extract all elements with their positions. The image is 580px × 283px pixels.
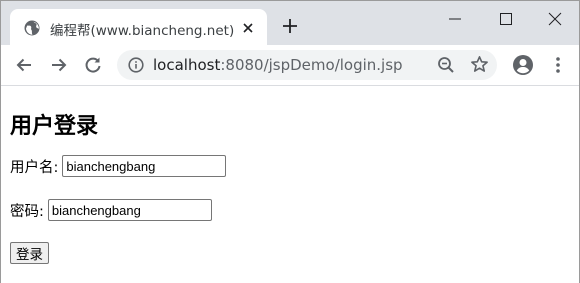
page-content: 用户登录 用户名: 密码: 登录 xyxy=(1,87,579,283)
window-close-icon[interactable] xyxy=(545,9,565,29)
browser-toolbar: localhost:8080/jspDemo/login.jsp xyxy=(1,45,579,86)
url-host: localhost xyxy=(153,56,221,74)
active-tab[interactable]: 编程帮(www.biancheng.net) xyxy=(10,9,267,45)
login-button[interactable]: 登录 xyxy=(10,242,49,264)
url-text[interactable]: localhost:8080/jspDemo/login.jsp xyxy=(153,56,403,74)
password-row: 密码: xyxy=(10,199,212,221)
url-path: :8080/jspDemo/login.jsp xyxy=(220,56,403,74)
globe-icon xyxy=(24,20,40,36)
password-input[interactable] xyxy=(47,199,212,221)
browser-window: 编程帮(www.biancheng.net) localhost:8080/js… xyxy=(0,0,580,283)
username-input[interactable] xyxy=(62,155,227,177)
username-label: 用户名: xyxy=(10,159,59,176)
tab-strip: 编程帮(www.biancheng.net) xyxy=(1,1,579,45)
more-menu-icon[interactable] xyxy=(548,55,568,75)
page-title: 用户登录 xyxy=(10,114,99,139)
bookmark-star-icon[interactable] xyxy=(470,55,489,74)
profile-avatar-icon[interactable] xyxy=(512,54,534,76)
info-icon[interactable] xyxy=(128,57,144,73)
username-row: 用户名: xyxy=(10,155,227,177)
tab-title: 编程帮(www.biancheng.net) xyxy=(50,23,235,39)
forward-arrow-icon[interactable] xyxy=(49,55,69,75)
password-label: 密码: xyxy=(10,203,44,220)
reload-icon[interactable] xyxy=(83,55,103,75)
back-arrow-icon[interactable] xyxy=(14,55,34,75)
close-icon[interactable] xyxy=(240,20,256,36)
new-tab-icon[interactable] xyxy=(281,17,299,35)
zoom-out-icon[interactable] xyxy=(437,56,455,74)
address-bar[interactable]: localhost:8080/jspDemo/login.jsp xyxy=(117,50,497,80)
minimize-icon[interactable] xyxy=(445,9,465,29)
maximize-icon[interactable] xyxy=(496,9,516,29)
